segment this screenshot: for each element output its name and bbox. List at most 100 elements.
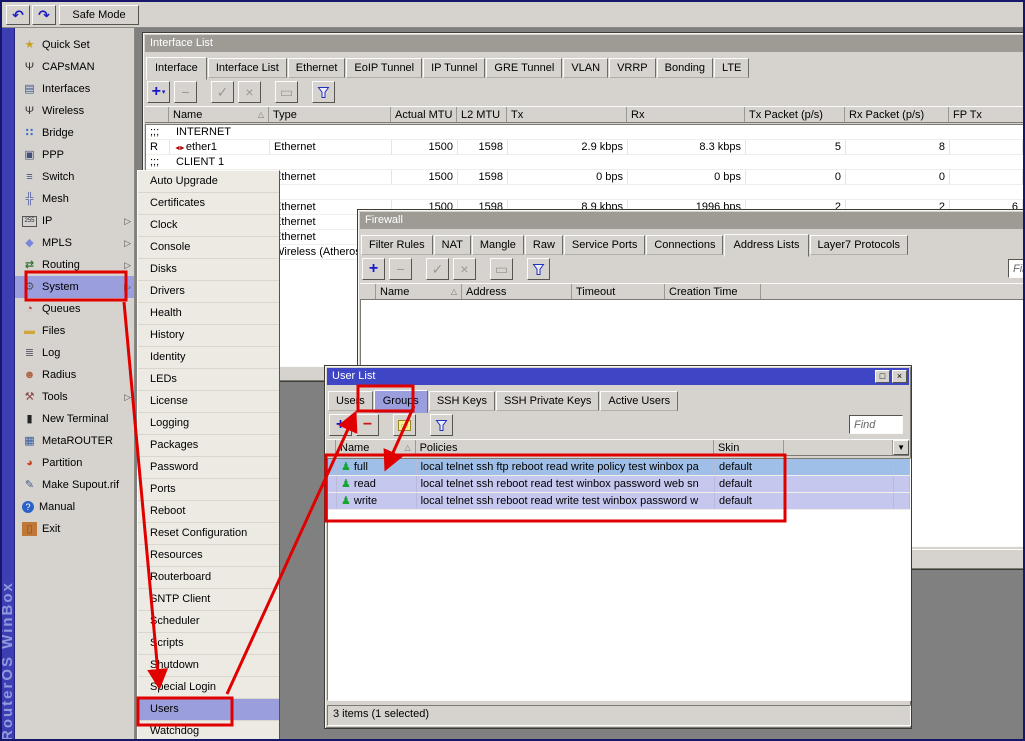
- menu-item[interactable]: Reset Configuration: [138, 523, 279, 545]
- interface-row[interactable]: R ◄► ether1 Ethernet 1500 1598 2.9 kbps 8…: [146, 140, 1023, 155]
- menu-item[interactable]: Drivers: [138, 281, 279, 303]
- column-address[interactable]: Address: [462, 284, 572, 299]
- sidebar-item[interactable]: ★ Quick Set: [15, 34, 134, 56]
- sidebar-item[interactable]: ◆ MPLS ▷: [15, 232, 134, 254]
- menu-item[interactable]: Clock: [138, 215, 279, 237]
- add-button[interactable]: +: [362, 258, 385, 280]
- interface-list-titlebar[interactable]: Interface List: [145, 35, 1023, 52]
- tab[interactable]: EoIP Tunnel: [346, 58, 423, 78]
- tab[interactable]: Layer7 Protocols: [809, 235, 909, 255]
- undo-button[interactable]: ↶: [6, 5, 30, 25]
- tab[interactable]: Filter Rules: [361, 235, 433, 255]
- column-l2-mtu[interactable]: L2 MTU: [457, 107, 507, 122]
- sidebar-item[interactable]: ▤ Interfaces: [15, 78, 134, 100]
- column-policies[interactable]: Policies: [416, 440, 714, 455]
- sidebar-item[interactable]: ⇄ Routing ▷: [15, 254, 134, 276]
- tab[interactable]: Active Users: [600, 391, 679, 411]
- menu-item[interactable]: Routerboard: [138, 567, 279, 589]
- find-input[interactable]: [1008, 259, 1023, 278]
- add-button[interactable]: + ▾: [147, 81, 170, 103]
- filter-button[interactable]: [430, 414, 453, 436]
- menu-item[interactable]: Auto Upgrade: [138, 171, 279, 193]
- menu-item[interactable]: Certificates: [138, 193, 279, 215]
- menu-item[interactable]: Console: [138, 237, 279, 259]
- menu-item[interactable]: Users: [138, 699, 279, 721]
- disable-button[interactable]: ×: [238, 81, 261, 103]
- menu-item[interactable]: Resources: [138, 545, 279, 567]
- remove-button[interactable]: −: [174, 81, 197, 103]
- menu-item[interactable]: History: [138, 325, 279, 347]
- column-actual-mtu[interactable]: Actual MTU: [391, 107, 457, 122]
- menu-item[interactable]: Special Login: [138, 677, 279, 699]
- tab[interactable]: Service Ports: [563, 235, 646, 255]
- enable-button[interactable]: ✓: [211, 81, 234, 103]
- enable-button[interactable]: ✓: [426, 258, 449, 280]
- column-tx[interactable]: Tx: [507, 107, 627, 122]
- add-button[interactable]: +: [329, 414, 352, 436]
- user-list-titlebar[interactable]: User List □ ×: [327, 368, 909, 385]
- sidebar-item[interactable]: Ψ CAPsMAN: [15, 56, 134, 78]
- menu-item[interactable]: Scripts: [138, 633, 279, 655]
- comment-button[interactable]: ▭: [490, 258, 513, 280]
- group-row[interactable]: ♟ full local telnet ssh ftp reboot read w…: [328, 459, 910, 476]
- column-timeout[interactable]: Timeout: [572, 284, 665, 299]
- sidebar-item[interactable]: ◔ Queues: [15, 298, 134, 320]
- tab[interactable]: Interface List: [207, 58, 287, 78]
- sidebar-item[interactable]: ▣ PPP: [15, 144, 134, 166]
- tab[interactable]: Raw: [524, 235, 563, 255]
- menu-item[interactable]: Reboot: [138, 501, 279, 523]
- menu-item[interactable]: LEDs: [138, 369, 279, 391]
- tab[interactable]: LTE: [714, 58, 750, 78]
- menu-item[interactable]: Disks: [138, 259, 279, 281]
- tab[interactable]: GRE Tunnel: [486, 58, 563, 78]
- sidebar-item[interactable]: ≡ Switch: [15, 166, 134, 188]
- sidebar-item[interactable]: ⚙ System ▷: [15, 276, 134, 298]
- tab[interactable]: SSH Private Keys: [495, 391, 600, 411]
- menu-item[interactable]: Ports: [138, 479, 279, 501]
- tab[interactable]: Ethernet: [287, 58, 346, 78]
- menu-item[interactable]: Logging: [138, 413, 279, 435]
- firewall-titlebar[interactable]: Firewall: [360, 212, 1023, 229]
- column-skin[interactable]: Skin: [714, 440, 784, 455]
- sidebar-item[interactable]: ▮ New Terminal: [15, 408, 134, 430]
- sidebar-item[interactable]: ? Manual: [15, 496, 134, 518]
- tab[interactable]: Mangle: [471, 235, 524, 255]
- find-input[interactable]: [849, 415, 903, 434]
- remove-button[interactable]: −: [389, 258, 412, 280]
- menu-item[interactable]: Watchdog: [138, 721, 279, 739]
- sidebar-item[interactable]: ⚒ Tools ▷: [15, 386, 134, 408]
- remove-button[interactable]: −: [356, 414, 379, 436]
- menu-item[interactable]: SNTP Client: [138, 589, 279, 611]
- sidebar-item[interactable]: ╬ Mesh: [15, 188, 134, 210]
- column-rx-packet[interactable]: Rx Packet (p/s): [845, 107, 949, 122]
- menu-item[interactable]: Identity: [138, 347, 279, 369]
- sidebar-item[interactable]: ☻ Radius: [15, 364, 134, 386]
- sidebar-item[interactable]: Ψ Wireless: [15, 100, 134, 122]
- column-select-dropdown[interactable]: ▼: [893, 440, 909, 455]
- interface-row[interactable]: ;;; CLIENT 1: [146, 155, 1023, 170]
- redo-button[interactable]: ↷: [32, 5, 56, 25]
- menu-item[interactable]: Packages: [138, 435, 279, 457]
- menu-item[interactable]: Health: [138, 303, 279, 325]
- tab[interactable]: VRRP: [609, 58, 656, 78]
- filter-button[interactable]: [527, 258, 550, 280]
- sidebar-item[interactable]: ∷ Bridge: [15, 122, 134, 144]
- column-tx-packet[interactable]: Tx Packet (p/s): [745, 107, 845, 122]
- menu-item[interactable]: Password: [138, 457, 279, 479]
- column-fp-tx[interactable]: FP Tx: [949, 107, 1023, 122]
- sidebar-item[interactable]: ▦ MetaROUTER: [15, 430, 134, 452]
- tab[interactable]: VLAN: [563, 58, 609, 78]
- comment-button[interactable]: ▭: [275, 81, 298, 103]
- tab[interactable]: SSH Keys: [428, 391, 495, 411]
- maximize-button[interactable]: □: [875, 370, 890, 383]
- column-creation-time[interactable]: Creation Time: [665, 284, 761, 299]
- tab[interactable]: Connections: [646, 235, 724, 255]
- safe-mode-button[interactable]: Safe Mode: [59, 5, 139, 25]
- menu-item[interactable]: License: [138, 391, 279, 413]
- tab[interactable]: NAT: [433, 235, 471, 255]
- sidebar-item[interactable]: ≣ Log: [15, 342, 134, 364]
- close-button[interactable]: ×: [892, 370, 907, 383]
- tab[interactable]: Address Lists: [724, 234, 809, 257]
- column-rx[interactable]: Rx: [627, 107, 745, 122]
- tab[interactable]: Bonding: [656, 58, 714, 78]
